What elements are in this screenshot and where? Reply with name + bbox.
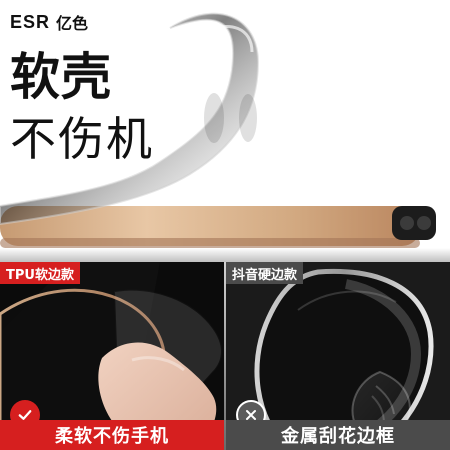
comparison-left-tag: TPU软边款 — [0, 262, 80, 284]
case-hole — [204, 93, 224, 143]
product-ad-image: ESR 亿色 软壳 不伤机 TPU软边款 柔软不伤手机 抖音硬边款 金属刮花边框 — [0, 0, 450, 450]
comparison-left-caption: 柔软不伤手机 — [0, 420, 224, 450]
headline: 软壳 — [10, 48, 112, 106]
comparison-right-caption: 金属刮花边框 — [226, 420, 450, 450]
phone-edge — [0, 238, 420, 248]
comparison-left-panel: TPU软边款 柔软不伤手机 — [0, 262, 224, 450]
hero-section: ESR 亿色 软壳 不伤机 — [0, 0, 450, 262]
camera-bump — [392, 206, 436, 240]
hero-shadow — [0, 248, 450, 262]
comparison-right-tag: 抖音硬边款 — [226, 262, 304, 284]
brand-logo: ESR 亿色 — [10, 10, 88, 34]
subhead: 不伤机 — [10, 112, 154, 166]
case-hole-2 — [239, 94, 257, 142]
logo-mark: ESR — [10, 11, 51, 32]
logo-chinese: 亿色 — [56, 14, 89, 33]
comparison-right-panel: 抖音硬边款 金属刮花边框 — [226, 262, 450, 450]
